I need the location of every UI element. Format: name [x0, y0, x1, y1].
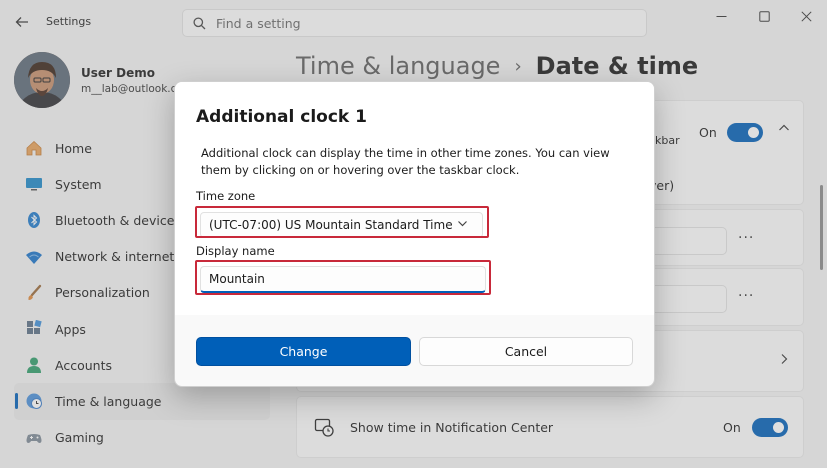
chevron-down-icon — [457, 218, 468, 232]
dialog-description: Additional clock can display the time in… — [201, 146, 610, 177]
additional-clock-dialog: Additional clock 1 Additional clock can … — [174, 81, 655, 387]
change-button[interactable]: Change — [196, 337, 411, 366]
display-name-input[interactable] — [200, 266, 486, 293]
display-name-label: Display name — [196, 244, 275, 258]
time-zone-label: Time zone — [196, 189, 256, 203]
cancel-button[interactable]: Cancel — [419, 337, 633, 366]
time-zone-value: (UTC-07:00) US Mountain Standard Time — [209, 218, 453, 232]
time-zone-select[interactable]: (UTC-07:00) US Mountain Standard Time — [200, 212, 483, 238]
dialog-title: Additional clock 1 — [196, 107, 367, 127]
